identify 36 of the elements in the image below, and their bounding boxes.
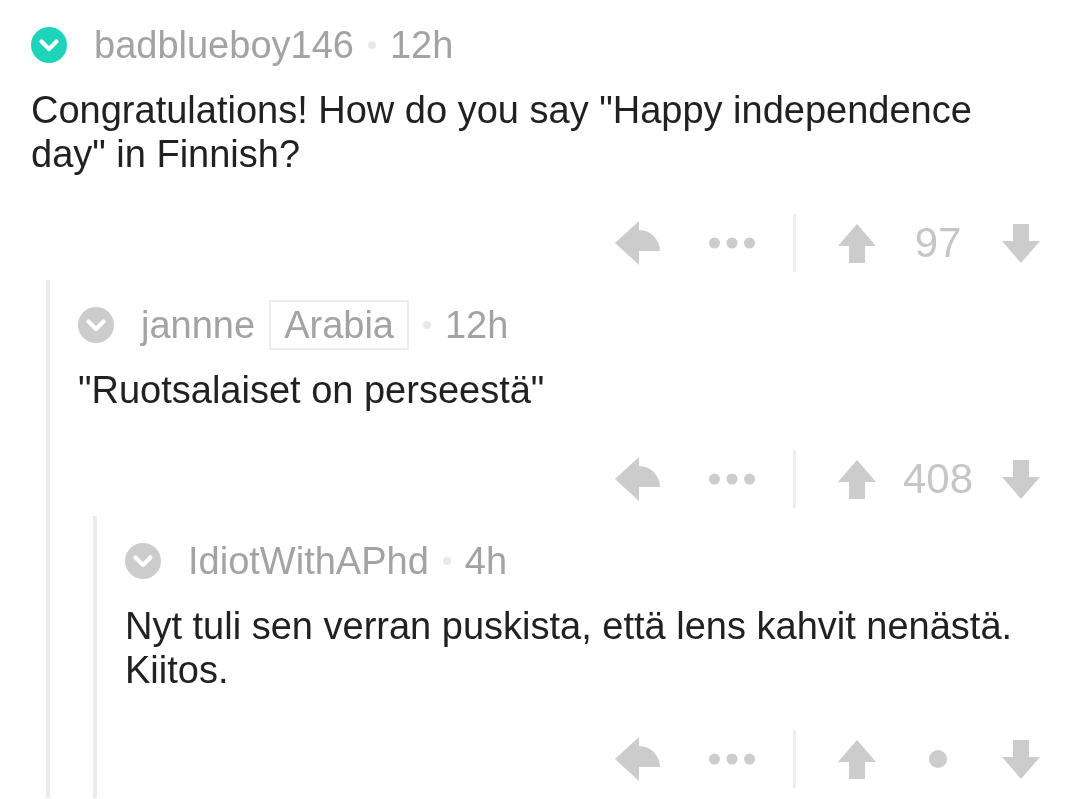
downvote-button[interactable] [1002, 459, 1040, 499]
timestamp: 12h [444, 303, 509, 347]
reply-button[interactable] [615, 457, 660, 501]
reply-arrow-icon [615, 737, 660, 781]
user-flair: Arabia [269, 300, 409, 350]
reply-arrow-icon [615, 221, 660, 265]
up-arrow-icon [838, 739, 876, 779]
downvote-button[interactable] [1002, 223, 1040, 263]
ellipsis-icon [709, 753, 755, 765]
comment-text: Nyt tuli sen verran puskista, että lens kahvit nenästä. Kiitos. [125, 604, 1014, 692]
up-arrow-icon [838, 459, 876, 499]
ellipsis-icon [709, 473, 755, 485]
upvote-button[interactable] [838, 223, 876, 263]
more-button[interactable] [709, 473, 755, 485]
comment-text: Congratulations! How do you say "Happy independence day" in Finnish? [31, 88, 973, 176]
reply-button[interactable] [615, 221, 660, 265]
username[interactable]: IdiotWithAPhd [188, 539, 429, 583]
down-arrow-icon [1002, 739, 1040, 779]
comment-text: "Ruotsalaiset on perseestä" [78, 368, 546, 412]
reply-button[interactable] [615, 737, 660, 781]
more-button[interactable] [709, 753, 755, 765]
timestamp: 4h [464, 539, 508, 583]
timestamp: 12h [389, 23, 454, 67]
reply-arrow-icon [615, 457, 660, 501]
more-button[interactable] [709, 237, 755, 249]
downvote-button[interactable] [1002, 739, 1040, 779]
username[interactable]: badblueboy146 [94, 23, 354, 67]
down-arrow-icon [1002, 459, 1040, 499]
upvote-button[interactable] [838, 739, 876, 779]
up-arrow-icon [838, 223, 876, 263]
ellipsis-icon [709, 237, 755, 249]
upvote-button[interactable] [838, 459, 876, 499]
username[interactable]: jannne [141, 303, 256, 347]
vote-score: 408 [902, 455, 974, 503]
vote-score: 97 [914, 219, 962, 267]
down-arrow-icon [1002, 223, 1040, 263]
